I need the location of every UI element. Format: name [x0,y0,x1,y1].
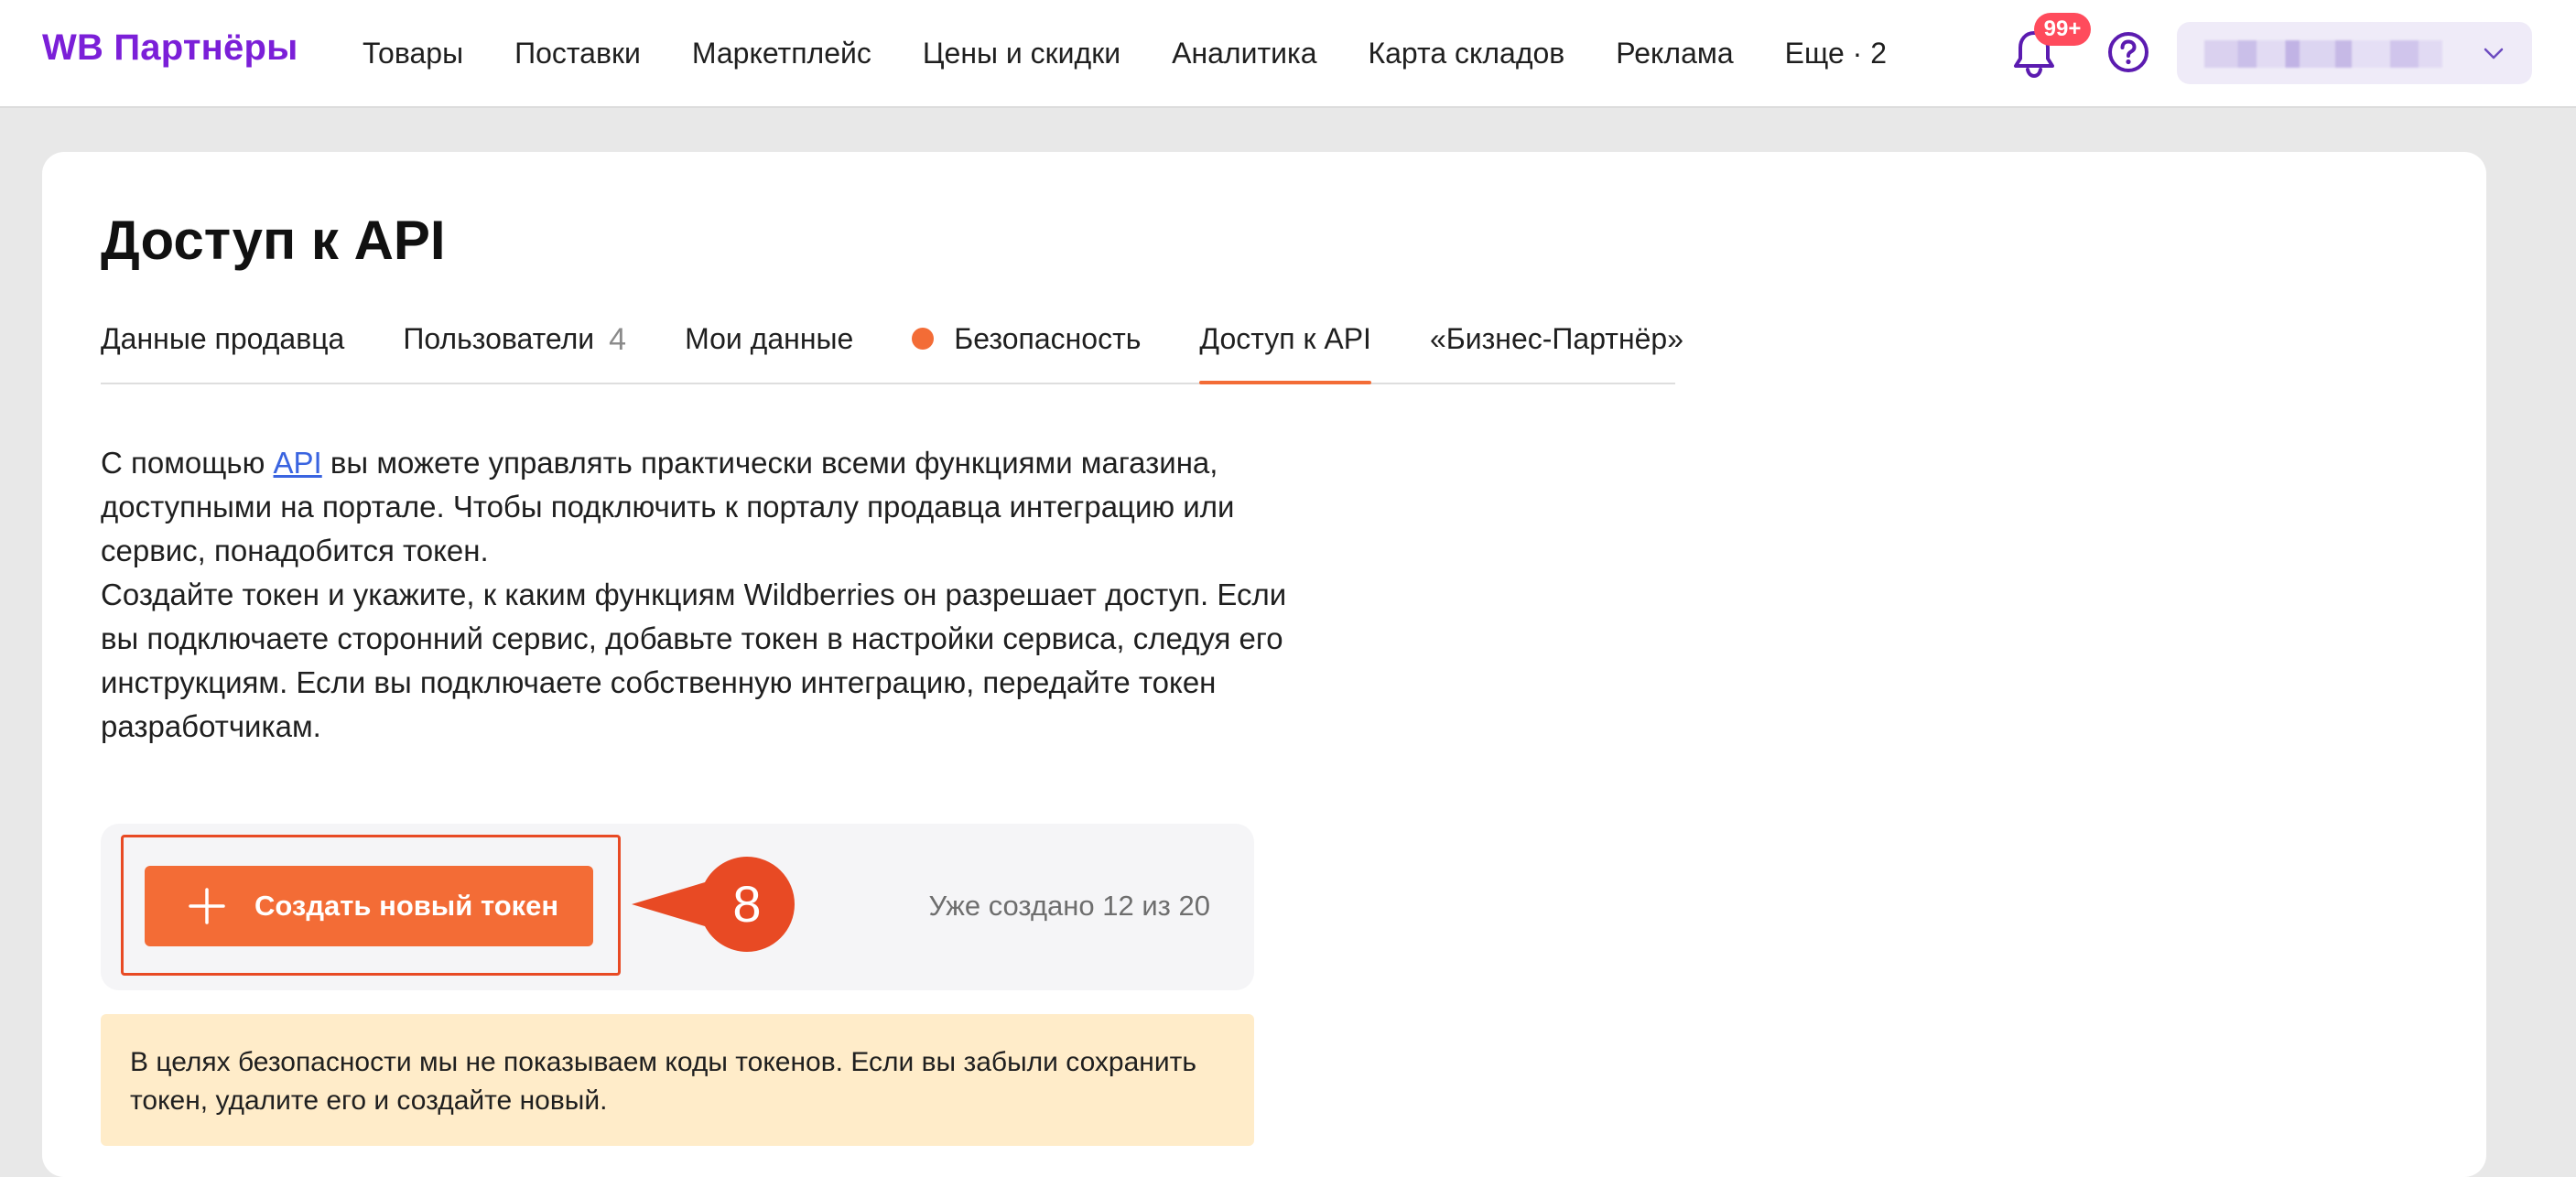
tab-label: Данные продавца [101,322,345,355]
profile-dropdown[interactable] [2177,22,2532,84]
tab-label: «Бизнес-Партнёр» [1429,322,1684,355]
nav-item-marketplace[interactable]: Маркетплейс [692,37,871,70]
main-nav: Товары Поставки Маркетплейс Цены и скидк… [363,0,1938,106]
notice-text: В целях безопасности мы не показываем ко… [130,1047,1196,1116]
tab-label: Безопасность [954,322,1142,355]
tab-business-partner[interactable]: «Бизнес-Партнёр» [1430,308,1683,368]
security-alert-dot [912,328,935,350]
page-title: Доступ к API [101,210,446,271]
nav-item-supplies[interactable]: Поставки [514,37,641,70]
users-count: 4 [609,322,627,357]
security-notice: В целях безопасности мы не показываем ко… [101,1014,1254,1146]
description-text: С помощью [101,446,274,480]
profile-name-redacted [2204,40,2442,68]
api-link[interactable]: API [274,446,322,480]
nav-item-more[interactable]: Еще · 2 [1785,37,1887,70]
tab-users[interactable]: Пользователи 4 [403,308,626,368]
create-token-button[interactable]: Создать новый токен [145,866,593,946]
top-header: WB Партнёры Товары Поставки Маркетплейс … [0,0,2576,108]
logo[interactable]: WB Партнёры [42,27,298,69]
plus-icon [189,888,225,924]
description-paragraph-2: Создайте токен и укажите, к каким функци… [101,578,1287,743]
tab-security[interactable]: Безопасность [912,308,1141,368]
step-number: 8 [732,875,762,933]
notifications-badge: 99+ [2034,13,2091,46]
tab-label: Пользователи [403,322,595,355]
description-paragraph-1: С помощью API вы можете управлять практи… [101,441,1309,573]
nav-item-prices[interactable]: Цены и скидки [923,37,1120,70]
tab-label: Мои данные [685,322,854,355]
tab-seller-data[interactable]: Данные продавца [101,308,344,368]
nav-item-analytics[interactable]: Аналитика [1172,37,1316,70]
profile-tabs: Данные продавца Пользователи 4 Мои данны… [101,308,1683,384]
tokens-created-count: Уже создано 12 из 20 [928,890,1210,922]
tab-api-access[interactable]: Доступ к API [1199,308,1371,384]
nav-item-warehouse-map[interactable]: Карта складов [1368,37,1564,70]
tab-label: Доступ к API [1199,322,1371,355]
tab-my-data[interactable]: Мои данные [685,308,853,368]
nav-item-ads[interactable]: Реклама [1616,37,1733,70]
question-circle-icon[interactable] [2107,31,2149,73]
chevron-down-icon [2484,48,2504,59]
nav-item-goods[interactable]: Товары [363,37,463,70]
api-description: С помощью API вы можете управлять практи… [101,441,1309,749]
step-marker: 8 [630,857,795,952]
create-token-label: Создать новый токен [254,890,559,922]
